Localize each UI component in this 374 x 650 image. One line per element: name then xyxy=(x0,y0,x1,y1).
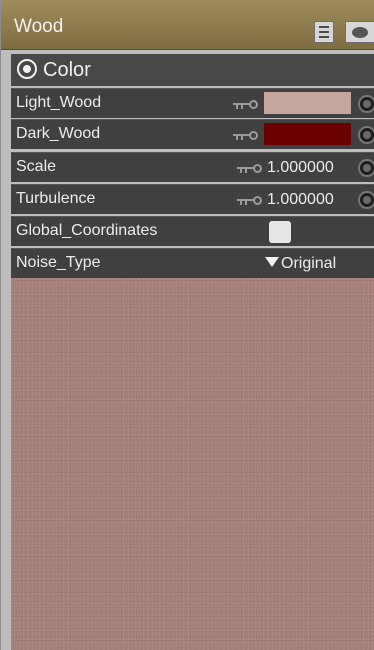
shader-panel: Wood Color Light_Wood Dark_Wood Scale 1.… xyxy=(0,0,374,650)
map-radio-icon[interactable] xyxy=(358,191,374,209)
property-label: Global_Coordinates xyxy=(16,222,158,239)
dropdown-arrow-icon xyxy=(265,257,279,267)
property-row-dark-wood: Dark_Wood xyxy=(11,119,374,149)
section-label: Color xyxy=(43,59,91,81)
section-header-color[interactable]: Color xyxy=(11,54,374,86)
key-icon[interactable] xyxy=(233,131,259,141)
panel-title: Wood xyxy=(14,16,64,37)
dropdown-value: Original xyxy=(281,255,337,272)
property-row-global-coordinates: Global_Coordinates xyxy=(11,216,374,246)
property-label: Dark_Wood xyxy=(16,125,101,142)
key-icon[interactable] xyxy=(233,100,259,110)
texture-preview xyxy=(11,278,374,650)
map-radio-icon[interactable] xyxy=(358,95,374,113)
key-icon[interactable] xyxy=(237,196,263,206)
turbulence-value-field[interactable]: 1.000000 xyxy=(267,191,334,209)
map-radio-icon[interactable] xyxy=(358,126,374,144)
property-row-turbulence: Turbulence 1.000000 xyxy=(11,184,374,214)
global-coordinates-checkbox[interactable] xyxy=(269,221,291,243)
property-row-light-wood: Light_Wood xyxy=(11,88,374,118)
map-radio-icon[interactable] xyxy=(358,159,374,177)
property-row-scale: Scale 1.000000 xyxy=(11,152,374,182)
light-wood-color-swatch[interactable] xyxy=(264,92,351,114)
property-label: Noise_Type xyxy=(16,254,101,271)
scale-value-field[interactable]: 1.000000 xyxy=(267,159,334,177)
dark-wood-color-swatch[interactable] xyxy=(264,123,351,145)
key-icon[interactable] xyxy=(237,164,263,174)
noise-type-dropdown[interactable]: Original xyxy=(265,255,336,273)
panel-title-bar: Wood xyxy=(1,0,374,50)
property-label: Light_Wood xyxy=(16,94,102,111)
target-icon xyxy=(17,59,37,79)
property-label: Turbulence xyxy=(16,190,96,207)
eye-icon[interactable] xyxy=(345,21,374,43)
property-row-noise-type: Noise_Type Original xyxy=(11,248,374,278)
property-label: Scale xyxy=(16,158,57,175)
list-icon[interactable] xyxy=(314,21,334,43)
